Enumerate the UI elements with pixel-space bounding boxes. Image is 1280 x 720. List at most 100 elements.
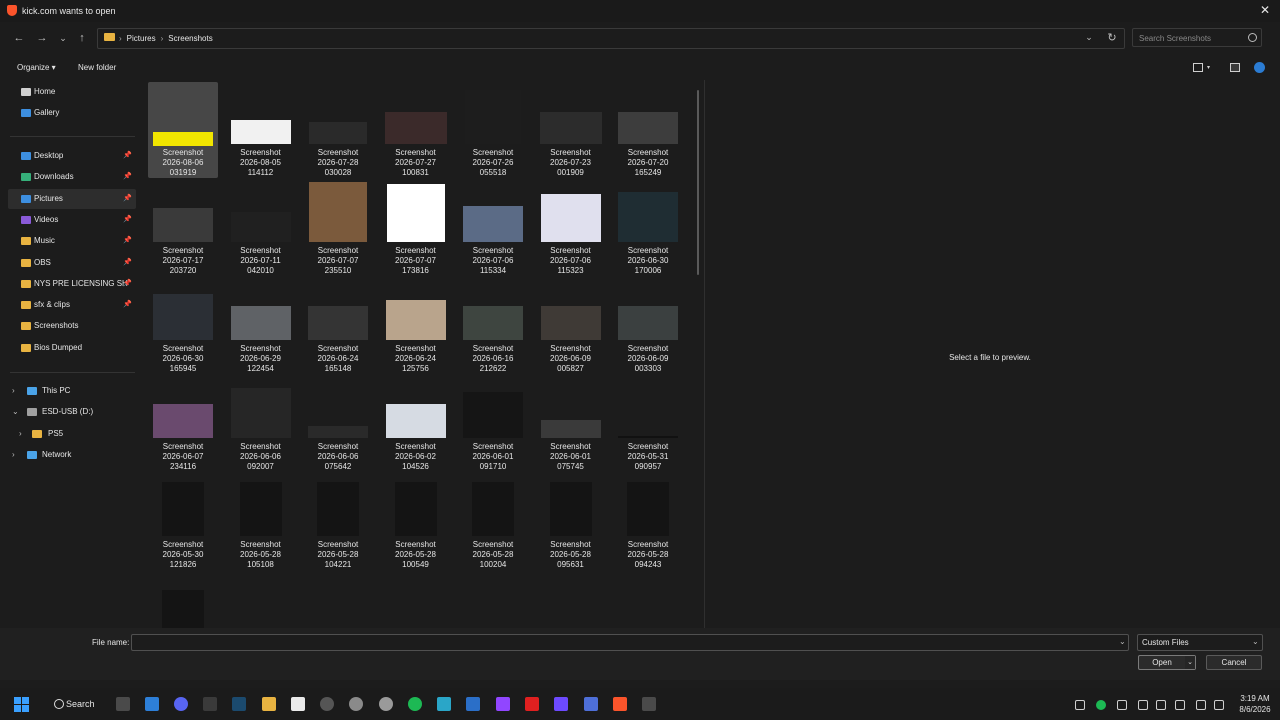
file-item[interactable]: Screenshot 2026-06-30 170006 xyxy=(613,180,683,276)
file-item[interactable] xyxy=(148,572,218,628)
proton-vpn-icon[interactable] xyxy=(554,697,568,711)
change-view-button[interactable] xyxy=(1193,63,1203,72)
brave-icon[interactable] xyxy=(613,697,627,711)
new-folder-button[interactable]: New folder xyxy=(78,63,116,72)
file-item[interactable]: Screenshot 2026-07-23 001909 xyxy=(536,82,606,178)
edge-icon[interactable] xyxy=(437,697,451,711)
sidebar-item-bios-dumped[interactable]: Bios Dumped xyxy=(8,338,136,358)
back-button[interactable]: ← xyxy=(12,31,26,45)
twitch-icon[interactable] xyxy=(496,697,510,711)
file-item[interactable]: Screenshot 2026-06-09 003303 xyxy=(613,278,683,374)
taskbar-search-button[interactable]: Search xyxy=(66,699,95,709)
launcher-icon[interactable] xyxy=(584,697,598,711)
file-item[interactable]: Screenshot 2026-06-01 075745 xyxy=(536,376,606,472)
file-item[interactable]: Screenshot 2026-08-06 031919 xyxy=(148,82,218,178)
sidebar-item-screenshots[interactable]: Screenshots xyxy=(8,316,136,336)
organize-button[interactable]: Organize ▾ xyxy=(17,63,56,72)
notepad-icon[interactable] xyxy=(291,697,305,711)
youtube-icon[interactable] xyxy=(525,697,539,711)
widgets-icon[interactable] xyxy=(145,697,159,711)
view-dropdown-button[interactable]: ▾ xyxy=(1207,64,1210,73)
file-item[interactable]: Screenshot 2026-05-28 104221 xyxy=(303,474,373,570)
chevron-right-icon[interactable]: › xyxy=(19,429,22,438)
file-item[interactable]: Screenshot 2026-07-07 173816 xyxy=(381,180,451,276)
file-type-select[interactable]: Custom Files xyxy=(1137,634,1263,651)
sidebar-item-sfx-clips[interactable]: sfx & clips 📌 xyxy=(8,295,136,315)
file-item[interactable]: Screenshot 2026-06-24 125756 xyxy=(381,278,451,374)
up-button[interactable]: ↑ xyxy=(75,31,89,45)
file-item[interactable]: Screenshot 2026-07-27 100831 xyxy=(381,82,451,178)
chevron-right-icon[interactable]: › xyxy=(12,450,15,459)
start-button[interactable] xyxy=(14,697,29,712)
file-item[interactable]: Screenshot 2026-07-11 042010 xyxy=(226,180,296,276)
sidebar-item-home[interactable]: Home xyxy=(8,82,136,102)
chevron-right-icon[interactable]: › xyxy=(12,386,15,395)
cancel-button[interactable]: Cancel xyxy=(1206,655,1262,670)
network-tray-icon[interactable] xyxy=(1156,700,1166,710)
file-item[interactable]: Screenshot 2026-06-16 212622 xyxy=(458,278,528,374)
file-item[interactable]: Screenshot 2026-05-31 090957 xyxy=(613,376,683,472)
sidebar-item-esd-usb-d[interactable]: ⌄ ESD-USB (D:) xyxy=(8,402,136,422)
microphone-icon[interactable] xyxy=(1117,700,1127,710)
open-options-button[interactable]: ⌄ xyxy=(1185,656,1195,669)
file-item[interactable]: Screenshot 2026-07-26 055518 xyxy=(458,82,528,178)
store-icon[interactable] xyxy=(466,697,480,711)
discord-icon[interactable] xyxy=(174,697,188,711)
address-dropdown-button[interactable]: ⌄ xyxy=(1083,32,1095,43)
file-name-field[interactable] xyxy=(131,634,1129,651)
sidebar-item-downloads[interactable]: Downloads 📌 xyxy=(8,167,136,187)
address-bar[interactable] xyxy=(97,28,1125,49)
file-item[interactable]: Screenshot 2026-06-07 234116 xyxy=(148,376,218,472)
task-view-icon[interactable] xyxy=(116,697,130,711)
file-item[interactable]: Screenshot 2026-05-28 095631 xyxy=(536,474,606,570)
sidebar-item-videos[interactable]: Videos 📌 xyxy=(8,210,136,230)
refresh-button[interactable]: ↻ xyxy=(1106,31,1118,44)
file-item[interactable]: Screenshot 2026-07-20 165249 xyxy=(613,82,683,178)
preview-pane-button[interactable] xyxy=(1230,63,1240,72)
sidebar-item-ps5[interactable]: › PS5 xyxy=(8,424,136,444)
capture-icon[interactable] xyxy=(642,697,656,711)
help-icon[interactable] xyxy=(1254,62,1265,73)
keyboard-icon[interactable] xyxy=(1138,700,1148,710)
file-list-scrollbar[interactable] xyxy=(697,90,699,275)
epic-games-icon[interactable] xyxy=(203,697,217,711)
sidebar-item-this-pc[interactable]: › This PC xyxy=(8,381,136,401)
volume-icon[interactable] xyxy=(1196,700,1206,710)
breadcrumb-screenshots[interactable]: Screenshots xyxy=(168,34,212,43)
sidebar-item-desktop[interactable]: Desktop 📌 xyxy=(8,146,136,166)
file-item[interactable]: Screenshot 2026-06-02 104526 xyxy=(381,376,451,472)
sidebar-item-pictures[interactable]: Pictures 📌 xyxy=(8,188,136,209)
file-item[interactable]: Screenshot 2026-08-05 114112 xyxy=(226,82,296,178)
spotify-icon[interactable] xyxy=(408,697,422,711)
file-item[interactable]: Screenshot 2026-06-24 165148 xyxy=(303,278,373,374)
file-item[interactable]: Screenshot 2026-06-01 091710 xyxy=(458,376,528,472)
pane-divider[interactable] xyxy=(704,80,705,628)
spotify-tray-icon[interactable] xyxy=(1096,700,1106,710)
media-player-icon[interactable] xyxy=(320,697,334,711)
battery-icon[interactable] xyxy=(1214,700,1224,710)
file-item[interactable]: Screenshot 2026-06-29 122454 xyxy=(226,278,296,374)
close-button[interactable]: ✕ xyxy=(1259,3,1271,17)
file-item[interactable]: Screenshot 2026-05-28 105108 xyxy=(226,474,296,570)
file-item[interactable]: Screenshot 2026-07-06 115334 xyxy=(458,180,528,276)
file-item[interactable]: Screenshot 2026-06-06 075642 xyxy=(303,376,373,472)
file-item[interactable]: Screenshot 2026-05-30 121826 xyxy=(148,474,218,570)
sidebar-item-obs[interactable]: OBS 📌 xyxy=(8,253,136,273)
chatgpt-icon[interactable] xyxy=(379,697,393,711)
steam-icon[interactable] xyxy=(232,697,246,711)
sidebar-item-nys-pre-licensing-sh[interactable]: NYS PRE LICENSING SH 📌 xyxy=(8,274,136,294)
file-item[interactable]: Screenshot 2026-06-30 165945 xyxy=(148,278,218,374)
file-item[interactable]: Screenshot 2026-07-07 235510 xyxy=(303,180,373,276)
forward-button[interactable]: → xyxy=(35,31,49,45)
file-name-dropdown-button[interactable]: ⌄ xyxy=(1119,637,1126,646)
file-item[interactable]: Screenshot 2026-05-28 100549 xyxy=(381,474,451,570)
clock[interactable]: 3:19 AM 8/6/2026 xyxy=(1232,693,1278,715)
chevron-down-icon[interactable]: ⌄ xyxy=(12,407,19,416)
file-item[interactable]: Screenshot 2026-06-09 005827 xyxy=(536,278,606,374)
sidebar-item-gallery[interactable]: Gallery xyxy=(8,103,136,123)
search-input[interactable]: Search Screenshots xyxy=(1132,28,1262,47)
file-explorer-icon[interactable] xyxy=(262,697,276,711)
file-item[interactable]: Screenshot 2026-06-06 092007 xyxy=(226,376,296,472)
cast-icon[interactable] xyxy=(1175,700,1185,710)
breadcrumb-pictures[interactable]: Pictures xyxy=(127,34,156,43)
